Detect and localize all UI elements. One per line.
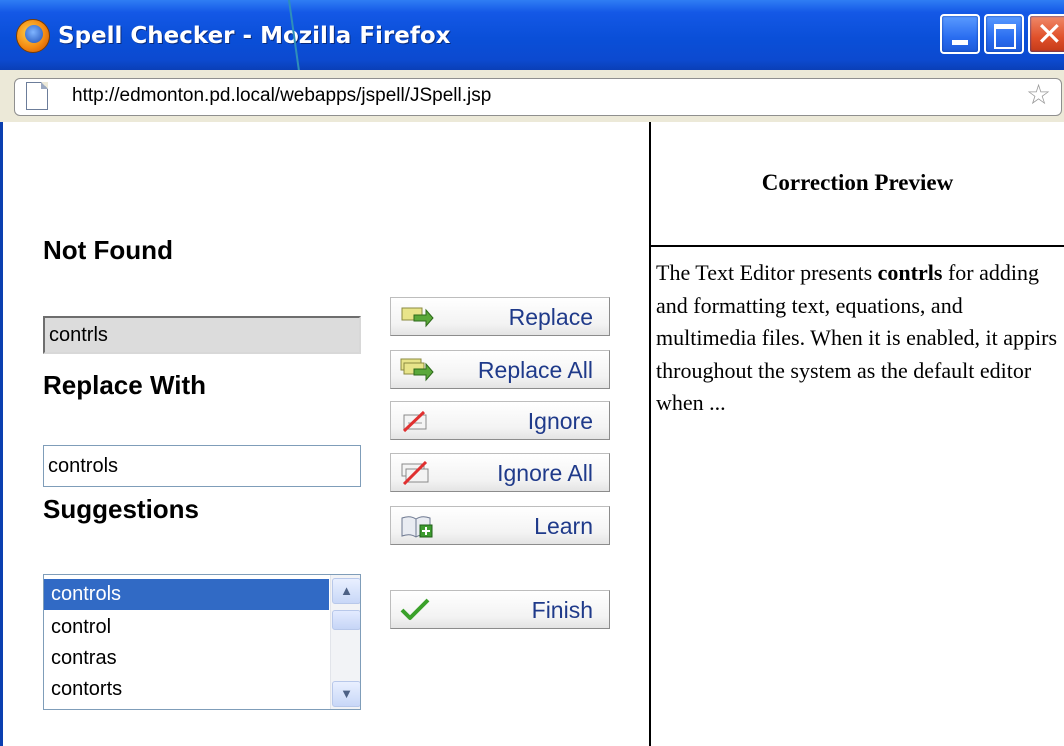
close-icon: ✕	[1036, 15, 1063, 53]
replace-button[interactable]: Replace	[390, 297, 610, 336]
star-icon[interactable]: ☆	[1026, 80, 1051, 110]
preview-title: Correction Preview	[761, 170, 954, 195]
ignore-all-label: Ignore All	[497, 460, 593, 486]
not-found-label: Not Found	[43, 235, 173, 265]
misspelled-word: contrls	[877, 260, 943, 285]
replace-with-input[interactable]	[43, 445, 361, 487]
close-button[interactable]: ✕	[1028, 14, 1064, 54]
minimize-icon	[952, 40, 968, 45]
ignore-label: Ignore	[527, 408, 593, 434]
preview-text: The Text Editor presents contrls for add…	[656, 257, 1060, 420]
replace-all-button[interactable]: Replace All	[390, 350, 610, 389]
checkmark-icon	[400, 598, 430, 620]
url-text[interactable]: http://edmonton.pd.local/webapps/jspell/…	[72, 82, 491, 110]
preview-text-before: The Text Editor presents	[656, 260, 878, 285]
not-found-field: contrls	[43, 316, 361, 354]
learn-label: Learn	[534, 513, 593, 539]
suggestions-list[interactable]: controls control contras contorts ▲ ▼	[43, 574, 361, 710]
firefox-icon	[16, 19, 50, 53]
replace-with-label: Replace With	[43, 370, 207, 400]
scroll-down-arrow-icon[interactable]: ▼	[332, 681, 360, 707]
maximize-icon	[994, 24, 1016, 49]
replace-arrow-icon	[401, 307, 434, 328]
ignore-all-icon	[401, 461, 429, 485]
learn-button[interactable]: Learn	[390, 506, 610, 545]
replace-all-arrow-icon	[400, 358, 434, 382]
window-title: Spell Checker - Mozilla Firefox	[58, 23, 451, 49]
suggestion-item[interactable]: control	[44, 612, 329, 643]
page-icon	[26, 82, 48, 110]
minimize-button[interactable]	[940, 14, 980, 54]
suggestions-label: Suggestions	[43, 494, 200, 524]
ignore-all-button[interactable]: Ignore All	[390, 453, 610, 492]
suggestions-scrollbar[interactable]: ▲ ▼	[330, 575, 360, 709]
suggestion-item[interactable]: contras	[44, 643, 329, 674]
replace-all-label: Replace All	[477, 357, 593, 383]
maximize-button[interactable]	[984, 14, 1024, 54]
scroll-up-arrow-icon[interactable]: ▲	[332, 578, 360, 604]
ignore-icon	[402, 410, 427, 433]
finish-button[interactable]: Finish	[390, 590, 610, 629]
ignore-button[interactable]: Ignore	[390, 401, 610, 440]
replace-label: Replace	[508, 304, 593, 330]
learn-book-icon	[401, 516, 433, 538]
scroll-thumb[interactable]	[332, 610, 360, 630]
suggestion-item[interactable]: contorts	[44, 674, 329, 705]
suggestion-item-selected[interactable]: controls	[44, 579, 329, 610]
finish-label: Finish	[531, 597, 593, 623]
